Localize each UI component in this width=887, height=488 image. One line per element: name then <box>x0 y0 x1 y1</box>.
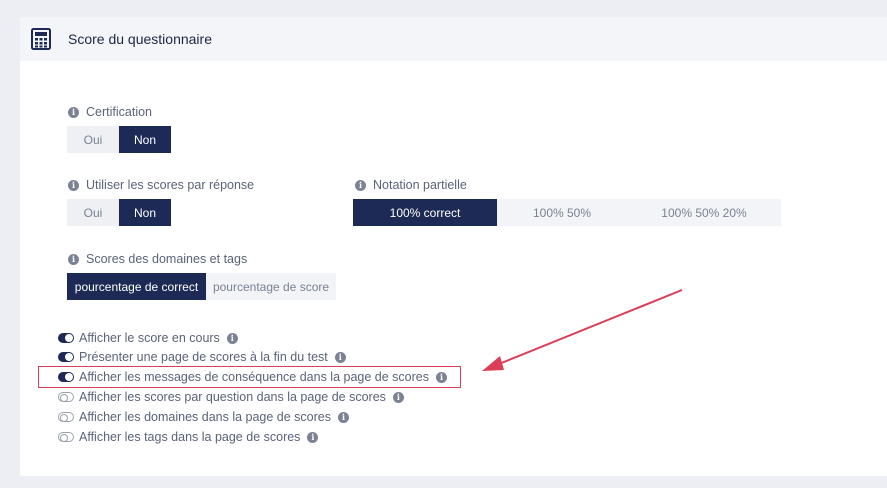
quiz-score-panel: Score du questionnaire i Certification O… <box>20 17 887 476</box>
info-icon[interactable]: i <box>68 253 79 265</box>
toggle-row-domaines[interactable]: Afficher les domaines dans la page de sc… <box>58 409 350 425</box>
toggle-label: Afficher les domaines dans la page de sc… <box>79 410 332 424</box>
highlight-box <box>38 366 461 388</box>
info-icon[interactable]: i <box>68 106 79 118</box>
notation-partielle-label-text: Notation partielle <box>373 178 467 192</box>
scores-par-reponse-oui-button[interactable]: Oui <box>67 199 119 226</box>
certification-oui-button[interactable]: Oui <box>67 126 119 153</box>
toggle-label: Afficher le score en cours <box>79 331 220 345</box>
certification-non-button[interactable]: Non <box>119 126 171 153</box>
toggle-row-score-en-cours[interactable]: Afficher le score en cours i <box>58 330 238 346</box>
info-icon[interactable]: i <box>355 179 366 191</box>
certification-label: i Certification <box>68 105 152 119</box>
notation-100-correct-button[interactable]: 100% correct <box>353 199 497 226</box>
toggle-switch[interactable] <box>58 392 74 402</box>
info-icon[interactable]: i <box>226 332 238 344</box>
toggle-row-page-de-scores[interactable]: Présenter une page de scores à la fin du… <box>58 349 346 365</box>
toggle-switch[interactable] <box>58 432 74 442</box>
toggle-label: Présenter une page de scores à la fin du… <box>79 350 328 364</box>
toggle-switch[interactable] <box>58 352 74 362</box>
certification-label-text: Certification <box>86 105 152 119</box>
domaines-tags-selector: pourcentage de correct pourcentage de sc… <box>67 273 336 300</box>
panel-header: Score du questionnaire <box>20 17 887 61</box>
toggle-switch[interactable] <box>58 333 74 343</box>
domaines-tags-label: i Scores des domaines et tags <box>68 252 247 266</box>
calculator-icon <box>31 28 51 50</box>
toggle-label: Afficher les scores par question dans la… <box>79 390 386 404</box>
notation-partielle-selector: 100% correct 100% 50% 100% 50% 20% <box>353 199 781 226</box>
scores-par-reponse-label: i Utiliser les scores par réponse <box>68 178 254 192</box>
info-icon[interactable]: i <box>392 391 404 403</box>
certification-toggle: Oui Non <box>67 126 171 153</box>
panel-title: Score du questionnaire <box>68 31 212 47</box>
annotation-arrow-icon <box>482 289 683 371</box>
info-icon[interactable]: i <box>338 411 350 423</box>
pourcentage-correct-button[interactable]: pourcentage de correct <box>67 273 206 300</box>
toggle-label: Afficher les tags dans la page de scores <box>79 430 301 444</box>
info-icon[interactable]: i <box>334 351 346 363</box>
pourcentage-score-button[interactable]: pourcentage de score <box>206 273 336 300</box>
notation-partielle-label: i Notation partielle <box>355 178 467 192</box>
scores-par-reponse-label-text: Utiliser les scores par réponse <box>86 178 255 192</box>
scores-par-reponse-toggle: Oui Non <box>67 199 171 226</box>
scores-par-reponse-non-button[interactable]: Non <box>119 199 171 226</box>
info-icon[interactable]: i <box>307 431 319 443</box>
notation-100-50-20-button[interactable]: 100% 50% 20% <box>627 199 781 226</box>
notation-100-50-button[interactable]: 100% 50% <box>497 199 627 226</box>
toggle-row-tags[interactable]: Afficher les tags dans la page de scores… <box>58 429 319 445</box>
domaines-tags-label-text: Scores des domaines et tags <box>86 252 248 266</box>
info-icon[interactable]: i <box>68 179 79 191</box>
toggle-switch[interactable] <box>58 412 74 422</box>
toggle-row-scores-par-question[interactable]: Afficher les scores par question dans la… <box>58 389 404 405</box>
